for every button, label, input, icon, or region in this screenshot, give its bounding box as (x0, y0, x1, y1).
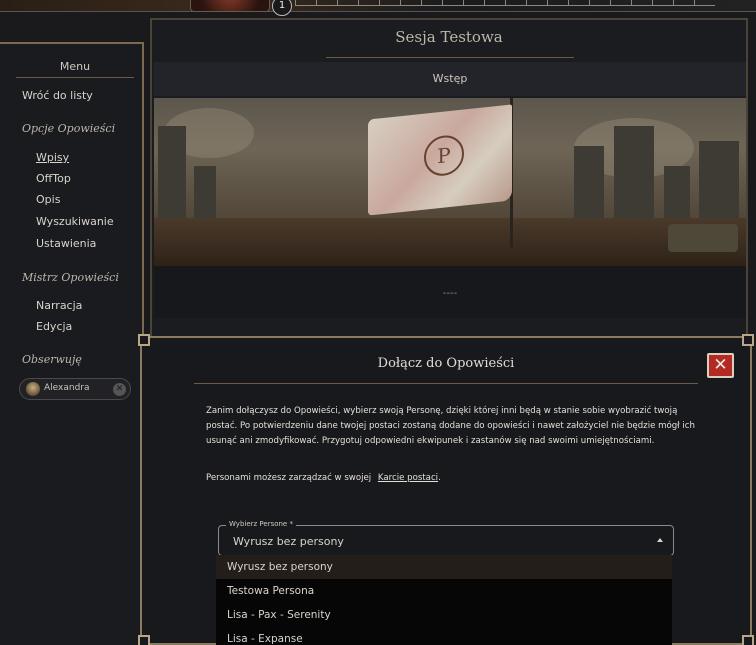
sidebar-item-offtop[interactable]: OffTop (36, 172, 71, 185)
frame-corner (138, 334, 150, 346)
watched-user-chip[interactable]: Alexandra ✕ (19, 378, 131, 400)
note-text: Personami możesz zarządzać w swojej (206, 473, 372, 483)
frame-corner (742, 334, 754, 346)
sidebar-title: Menu (16, 60, 134, 78)
tank-silhouette (668, 224, 738, 252)
note-suffix: . (438, 473, 441, 483)
sidebar-item-entries[interactable]: Wpisy (36, 151, 69, 164)
dialog-description: Zanim dołączysz do Opowieści, wybierz sw… (206, 406, 695, 446)
character-sheet-link[interactable]: Karcie postaci (378, 473, 438, 483)
watched-user-name: Alexandra (44, 383, 90, 393)
sidebar-item-description[interactable]: Opis (36, 193, 60, 206)
dialog-title-divider (194, 383, 698, 384)
persona-option[interactable]: Wyrusz bez persony (216, 555, 672, 579)
section-header-intro: Wstęp (154, 62, 746, 96)
top-bar: 1 (0, 0, 756, 16)
section-story-master: Mistrz Opowieści (22, 271, 119, 284)
avatar (26, 382, 40, 396)
persona-select-label: Wybierz Persone * (226, 520, 296, 528)
top-count-badge: 1 (272, 0, 292, 16)
remove-chip-icon[interactable]: ✕ (113, 383, 126, 396)
banner-flag: P (368, 104, 512, 216)
top-avatar[interactable] (190, 0, 270, 12)
persona-option[interactable]: Lisa - Pax - Serenity (216, 603, 672, 627)
dialog-title: Dołącz do Opowieści (377, 356, 515, 371)
sidebar-item-search[interactable]: Wyszukiwanie (36, 215, 114, 228)
persona-select-value: Wyrusz bez persony (233, 535, 344, 548)
battlefield-ground (154, 218, 746, 266)
banner-caption: ---- (154, 266, 746, 318)
story-banner-image: P (154, 98, 746, 266)
persona-dropdown-list: Wyrusz bez persony Testowa Persona Lisa … (216, 555, 672, 645)
sidebar: Menu Wróć do listy Opcje Opowieści Wpisy… (0, 42, 144, 645)
flag-emblem-icon: P (424, 133, 464, 178)
persona-select[interactable]: Wybierz Persone * Wyrusz bez persony (218, 520, 674, 556)
section-watching: Obserwuję (22, 353, 82, 366)
close-dialog-button[interactable]: ✕ (707, 353, 734, 378)
page-title: Sesja Testowa (395, 28, 503, 46)
frame-corner (138, 635, 150, 645)
frame-corner (742, 635, 754, 645)
persona-option[interactable]: Lisa - Expanse (216, 627, 672, 645)
top-ruler (295, 0, 715, 6)
persona-management-note: Personami możesz zarządzać w swojej Karc… (206, 473, 441, 483)
persona-option[interactable]: Testowa Persona (216, 579, 672, 603)
sidebar-item-narration[interactable]: Narracja (36, 299, 82, 312)
sidebar-item-settings[interactable]: Ustawienia (36, 237, 96, 250)
section-story-options: Opcje Opowieści (22, 122, 116, 135)
close-icon: ✕ (713, 355, 728, 375)
chevron-up-icon (657, 538, 663, 542)
sidebar-item-edit[interactable]: Edycja (36, 320, 72, 333)
title-divider (326, 57, 574, 58)
back-to-list-link[interactable]: Wróć do listy (22, 89, 93, 102)
